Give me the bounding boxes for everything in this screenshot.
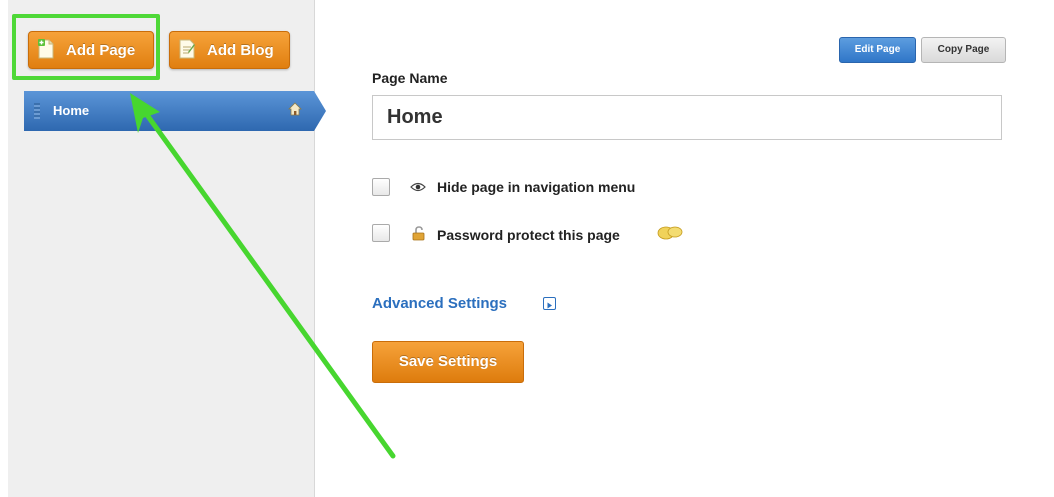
password-protect-checkbox[interactable] bbox=[372, 224, 390, 242]
play-triangle-icon bbox=[547, 302, 552, 309]
save-settings-button[interactable]: Save Settings bbox=[372, 341, 524, 383]
sidebar-item-home[interactable]: Home bbox=[24, 91, 326, 131]
expand-arrow-icon[interactable] bbox=[543, 297, 556, 310]
hide-in-nav-checkbox[interactable] bbox=[372, 178, 390, 196]
hide-in-nav-label: Hide page in navigation menu bbox=[437, 179, 636, 195]
edit-page-button[interactable]: Edit Page bbox=[839, 37, 916, 63]
copy-page-button[interactable]: Copy Page bbox=[921, 37, 1006, 63]
page-name-label: Page Name bbox=[372, 70, 448, 86]
highlight-annotation-box bbox=[12, 14, 160, 80]
drag-handle-icon[interactable] bbox=[34, 103, 40, 119]
pro-badge-icon bbox=[657, 226, 683, 240]
add-blog-button[interactable]: Add Blog bbox=[169, 31, 290, 69]
home-icon bbox=[288, 102, 302, 116]
page-name-input[interactable] bbox=[372, 95, 1002, 140]
add-blog-icon bbox=[179, 39, 195, 59]
lock-icon bbox=[412, 226, 425, 241]
sidebar-item-label: Home bbox=[53, 103, 90, 118]
eye-icon bbox=[410, 182, 426, 192]
advanced-settings-link[interactable]: Advanced Settings bbox=[372, 295, 507, 312]
password-protect-label: Password protect this page bbox=[437, 227, 620, 243]
add-blog-label: Add Blog bbox=[207, 42, 274, 59]
